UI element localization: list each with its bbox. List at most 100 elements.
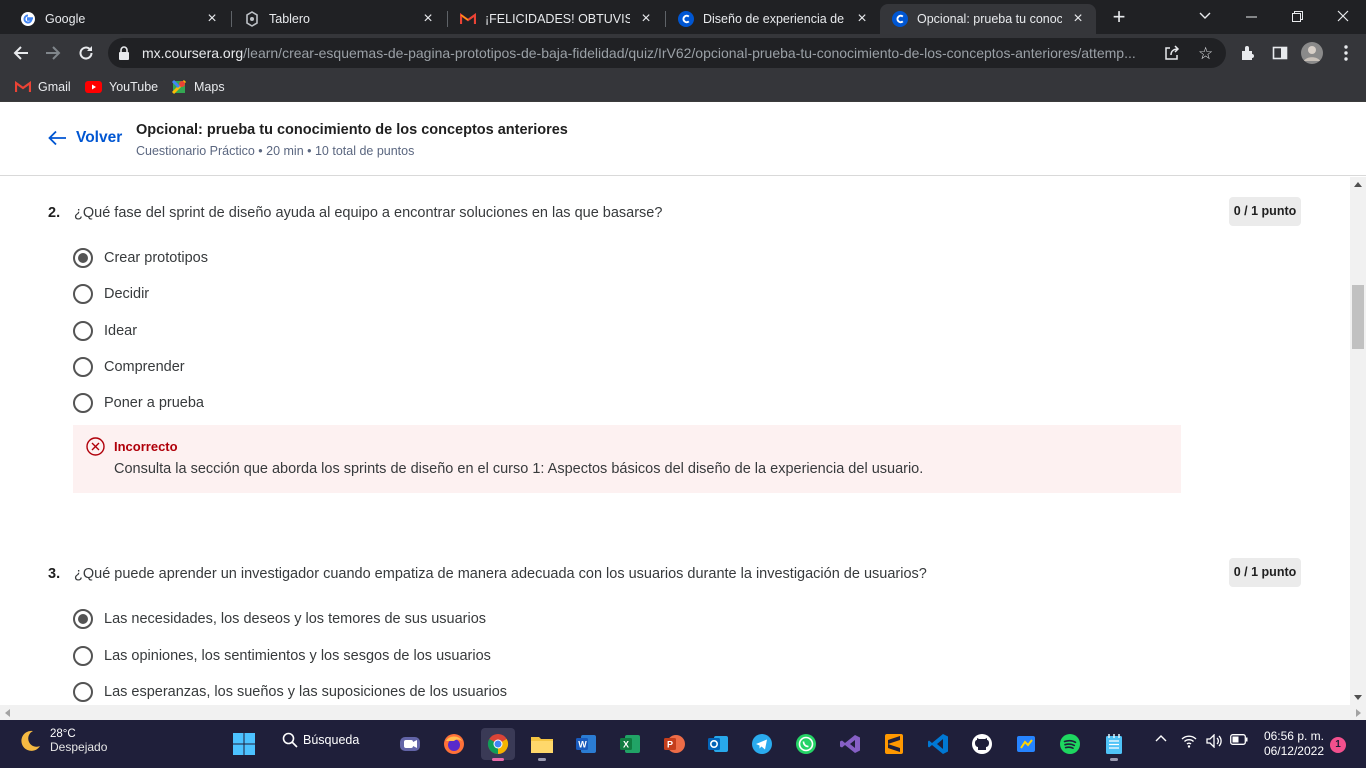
tab-diseno-experiencia[interactable]: Diseño de experiencia de usu × — [666, 4, 880, 34]
option-opiniones[interactable]: Las opiniones, los sentimientos y los se… — [73, 645, 491, 667]
reload-icon[interactable] — [73, 40, 99, 66]
scroll-left-arrow-icon[interactable] — [5, 709, 10, 717]
bookmark-label: Maps — [194, 80, 225, 94]
extensions-icon[interactable] — [1238, 43, 1258, 63]
radio-button[interactable] — [73, 682, 93, 702]
bookmark-youtube[interactable]: YouTube — [85, 77, 158, 97]
scroll-right-arrow-icon[interactable] — [1356, 709, 1361, 717]
scroll-down-arrow-icon[interactable] — [1354, 695, 1362, 700]
profile-avatar[interactable] — [1301, 42, 1323, 64]
outlook-icon[interactable] — [701, 728, 735, 760]
feedback-status: Incorrecto — [114, 439, 178, 454]
option-label: Crear prototipos — [104, 250, 208, 266]
option-crear-prototipos[interactable]: Crear prototipos — [73, 247, 208, 269]
close-tab-icon[interactable]: × — [854, 11, 870, 27]
firefox-icon[interactable] — [437, 728, 471, 760]
weather-condition: Despejado — [50, 740, 108, 754]
url-text: mx.coursera.org/learn/crear-esquemas-de-… — [142, 45, 1142, 61]
vertical-scrollbar[interactable] — [1350, 177, 1366, 705]
wifi-icon[interactable] — [1181, 734, 1197, 748]
tab-title: ¡FELICIDADES! OBTUVISTE LA — [485, 12, 630, 26]
option-label: Decidir — [104, 286, 150, 302]
windows-start-icon[interactable] — [227, 728, 261, 760]
minimize-icon[interactable] — [1228, 4, 1274, 28]
radio-button[interactable] — [73, 609, 93, 629]
volume-icon[interactable] — [1206, 734, 1223, 748]
running-indicator — [1110, 758, 1118, 761]
bookmark-maps[interactable]: Maps — [171, 77, 225, 97]
radio-button[interactable] — [73, 284, 93, 304]
horizontal-scrollbar[interactable] — [0, 705, 1366, 720]
option-comprender[interactable]: Comprender — [73, 356, 185, 378]
browser-toolbar: mx.coursera.org/learn/crear-esquemas-de-… — [0, 34, 1366, 72]
taskbar-search[interactable]: Búsqueda — [282, 732, 359, 748]
radio-button[interactable] — [73, 393, 93, 413]
whatsapp-icon[interactable] — [789, 728, 823, 760]
radio-button[interactable] — [73, 646, 93, 666]
close-tab-icon[interactable]: × — [638, 11, 654, 27]
weather-temp: 28°C — [50, 728, 76, 740]
tab-gmail[interactable]: ¡FELICIDADES! OBTUVISTE LA × — [448, 4, 664, 34]
file-explorer-icon[interactable] — [525, 728, 559, 761]
option-decidir[interactable]: Decidir — [73, 283, 149, 305]
search-label: Búsqueda — [303, 733, 360, 747]
github-icon[interactable] — [965, 728, 999, 760]
close-window-icon[interactable] — [1320, 4, 1366, 28]
address-bar[interactable]: mx.coursera.org/learn/crear-esquemas-de-… — [108, 38, 1226, 68]
notification-badge[interactable]: 1 — [1330, 737, 1346, 753]
spotify-icon[interactable] — [1053, 728, 1087, 760]
scroll-up-arrow-icon[interactable] — [1354, 182, 1362, 187]
sublime-text-icon[interactable] — [877, 728, 911, 760]
weather-widget[interactable]: 28°C Despejado — [18, 728, 107, 754]
restore-icon[interactable] — [1274, 4, 1320, 28]
option-necesidades[interactable]: Las necesidades, los deseos y los temore… — [73, 608, 486, 630]
tab-tablero[interactable]: Tablero × — [232, 4, 446, 34]
new-tab-button[interactable]: + — [1108, 6, 1130, 29]
excel-icon[interactable]: X — [613, 728, 647, 760]
tab-google[interactable]: Google × — [8, 4, 230, 34]
close-tab-icon[interactable]: × — [1070, 11, 1086, 27]
back-label: Volver — [76, 129, 123, 146]
radio-button[interactable] — [73, 248, 93, 268]
radio-button[interactable] — [73, 357, 93, 377]
option-label: Poner a prueba — [104, 395, 204, 411]
side-panel-icon[interactable] — [1270, 43, 1290, 63]
meet-icon[interactable] — [393, 728, 427, 760]
tab-opcional-prueba[interactable]: Opcional: prueba tu conocim × — [880, 4, 1096, 34]
scrollbar-thumb[interactable] — [1352, 285, 1364, 349]
telegram-icon[interactable] — [745, 728, 779, 760]
chevron-up-icon[interactable] — [1155, 734, 1167, 742]
bookmark-gmail[interactable]: Gmail — [15, 77, 71, 97]
svg-text:P: P — [667, 740, 673, 750]
tab-search-icon[interactable] — [1182, 4, 1228, 28]
vscode-icon[interactable] — [921, 728, 955, 760]
tab-title: Google — [45, 12, 86, 26]
system-clock[interactable]: 06:56 p. m. 06/12/2022 — [1256, 729, 1324, 759]
chrome-menu-icon[interactable] — [1336, 43, 1356, 63]
sourcetree-icon[interactable] — [1009, 728, 1043, 760]
bookmark-star-icon[interactable]: ☆ — [1198, 44, 1213, 64]
share-icon[interactable] — [1164, 45, 1180, 66]
chrome-icon[interactable] — [481, 728, 515, 761]
visual-studio-icon[interactable] — [833, 728, 867, 760]
option-idear[interactable]: Idear — [73, 320, 137, 342]
back-button[interactable]: Volver — [48, 129, 122, 147]
option-esperanzas[interactable]: Las esperanzas, los sueños y las suposic… — [73, 681, 507, 703]
powerpoint-icon[interactable]: P — [657, 728, 691, 760]
word-icon[interactable]: W — [569, 728, 603, 760]
quiz-scroll-area[interactable]: 2. ¿Qué fase del sprint de diseño ayuda … — [0, 177, 1350, 705]
notepad-icon[interactable] — [1097, 728, 1131, 761]
option-poner-a-prueba[interactable]: Poner a prueba — [73, 392, 204, 414]
close-tab-icon[interactable]: × — [420, 11, 436, 27]
radio-button[interactable] — [73, 321, 93, 341]
error-circle-icon — [86, 437, 105, 461]
google-icon — [20, 11, 36, 27]
page-subtitle: Cuestionario Práctico • 20 min • 10 tota… — [136, 144, 415, 158]
battery-icon[interactable] — [1230, 734, 1248, 745]
question-text: ¿Qué fase del sprint de diseño ayuda al … — [74, 205, 663, 221]
back-arrow-icon[interactable] — [8, 40, 34, 66]
close-tab-icon[interactable]: × — [204, 11, 220, 27]
svg-text:W: W — [578, 740, 587, 750]
forward-arrow-icon[interactable] — [40, 40, 66, 66]
lock-icon[interactable] — [118, 46, 130, 65]
